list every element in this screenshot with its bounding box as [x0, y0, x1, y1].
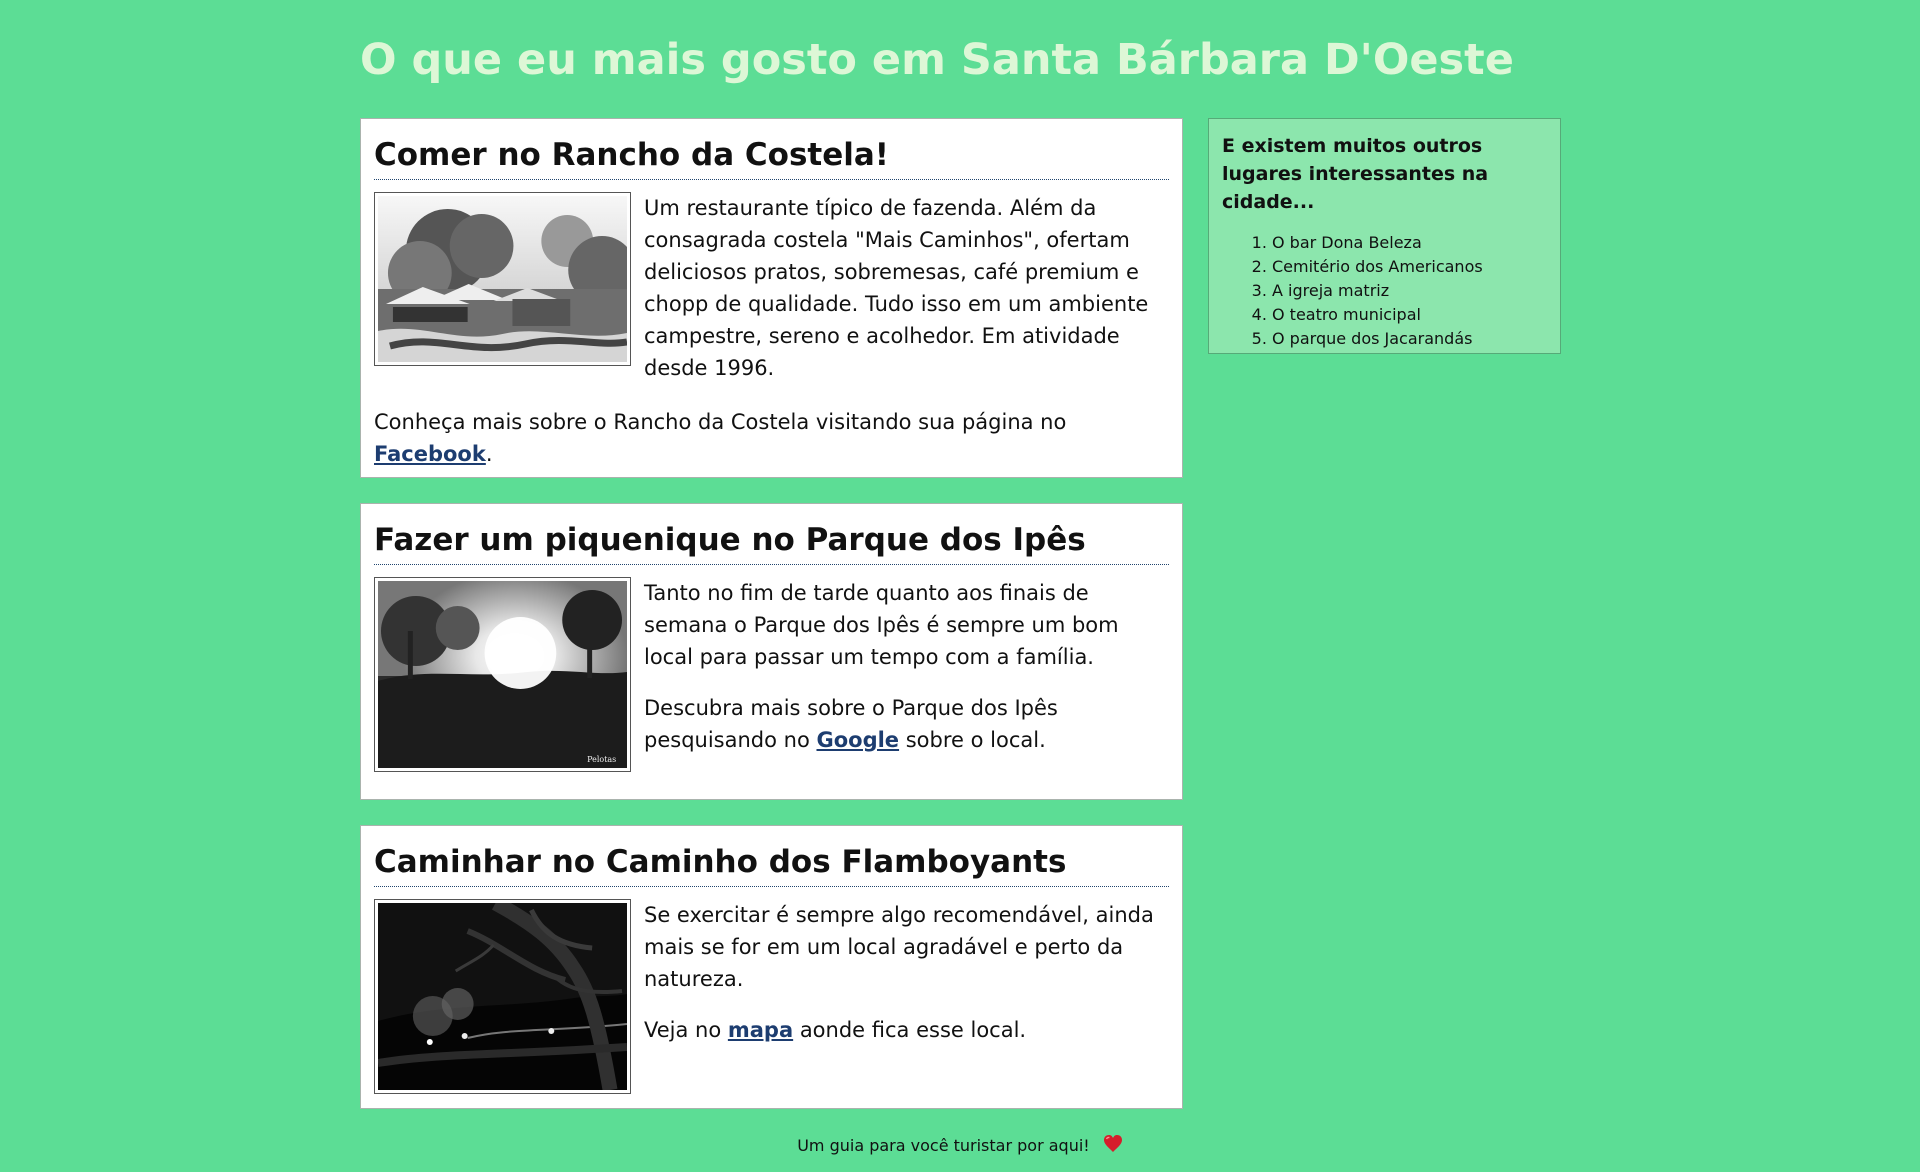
facebook-link[interactable]: Facebook	[374, 442, 486, 466]
heart-icon	[1103, 1134, 1123, 1161]
article-parque-ipes: Fazer um piquenique no Parque dos Ipês P…	[360, 503, 1183, 800]
sidebar-title: E existem muitos outros lugares interess…	[1222, 135, 1489, 213]
google-link[interactable]: Google	[816, 728, 899, 752]
list-item: A igreja matriz	[1272, 279, 1547, 303]
article-rancho-costela: Comer no Rancho da Costela! Um restauran…	[360, 118, 1183, 478]
article-title: Caminhar no Caminho dos Flamboyants	[374, 844, 1169, 887]
park-photo: Pelotas	[374, 577, 631, 772]
map-link[interactable]: mapa	[728, 1018, 793, 1042]
places-list: O bar Dona Beleza Cemitério dos American…	[1222, 231, 1547, 351]
page: O que eu mais gosto em Santa Bárbara D'O…	[0, 0, 1920, 1172]
facebook-paragraph: Conheça mais sobre o Rancho da Costela v…	[374, 410, 1067, 466]
other-places-sidebar: E existem muitos outros lugares interess…	[1208, 118, 1561, 354]
list-item: O bar Dona Beleza	[1272, 231, 1547, 255]
restaurant-photo	[374, 192, 631, 366]
list-item: Cemitério dos Americanos	[1272, 255, 1547, 279]
page-title: O que eu mais gosto em Santa Bárbara D'O…	[360, 35, 1514, 85]
list-item: O parque dos Jacarandás	[1272, 327, 1547, 351]
page-footer: Um guia para você turistar por aqui!	[0, 1134, 1920, 1161]
article-title: Comer no Rancho da Costela!	[374, 137, 1169, 180]
article-title: Fazer um piquenique no Parque dos Ipês	[374, 522, 1169, 565]
article-caminho-flamboyants: Caminhar no Caminho dos Flamboyants Se e…	[360, 825, 1183, 1109]
night-path-photo	[374, 899, 631, 1094]
footer-text: Um guia para você turistar por aqui!	[797, 1136, 1090, 1155]
list-item: O teatro municipal	[1272, 303, 1547, 327]
svg-text:Pelotas: Pelotas	[587, 755, 616, 764]
